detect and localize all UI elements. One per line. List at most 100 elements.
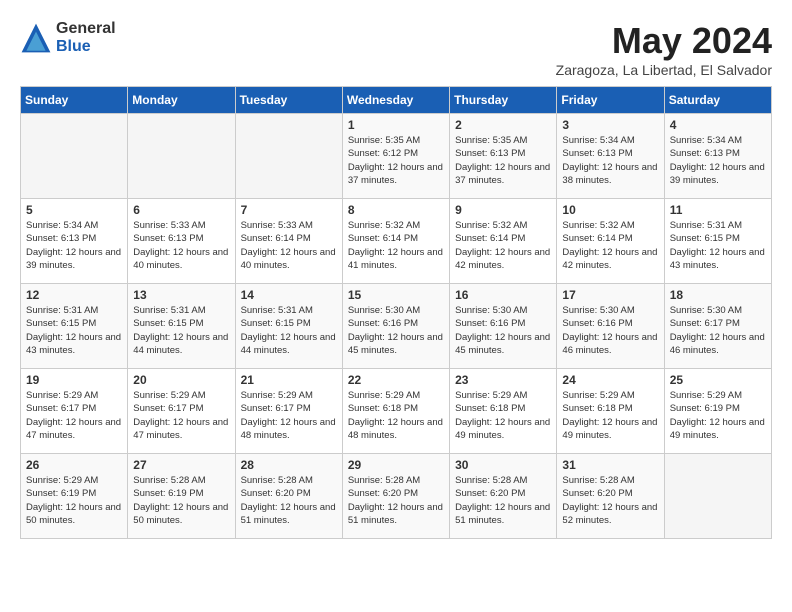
- day-info: Sunrise: 5:34 AM Sunset: 6:13 PM Dayligh…: [562, 134, 658, 187]
- calendar-day: 25 Sunrise: 5:29 AM Sunset: 6:19 PM Dayli…: [664, 369, 771, 454]
- calendar-day: 12Sunrise: 5:31 AM Sunset: 6:15 PM Dayli…: [21, 284, 128, 369]
- day-number: 13: [133, 288, 229, 302]
- day-info: Sunrise: 5:29 AM Sunset: 6:17 PM Dayligh…: [26, 389, 122, 442]
- day-number: 19: [26, 373, 122, 387]
- day-info: Sunrise: 5:29 AM Sunset: 6:18 PM Dayligh…: [562, 389, 658, 442]
- day-info: Sunrise: 5:34 AM Sunset: 6:13 PM Dayligh…: [26, 219, 122, 272]
- day-number: 24: [562, 373, 658, 387]
- calendar-week-5: 26 Sunrise: 5:29 AM Sunset: 6:19 PM Dayli…: [21, 454, 772, 539]
- calendar-day: 8 Sunrise: 5:32 AM Sunset: 6:14 PM Daylig…: [342, 199, 449, 284]
- weekday-header-thursday: Thursday: [450, 87, 557, 114]
- calendar-day: 21 Sunrise: 5:29 AM Sunset: 6:17 PM Dayli…: [235, 369, 342, 454]
- calendar-day: 7Sunrise: 5:33 AM Sunset: 6:14 PM Daylig…: [235, 199, 342, 284]
- calendar-day: 29 Sunrise: 5:28 AM Sunset: 6:20 PM Dayli…: [342, 454, 449, 539]
- calendar-day: [664, 454, 771, 539]
- day-info: Sunrise: 5:29 AM Sunset: 6:19 PM Dayligh…: [26, 474, 122, 527]
- day-info: Sunrise: 5:32 AM Sunset: 6:14 PM Dayligh…: [562, 219, 658, 272]
- day-number: 29: [348, 458, 444, 472]
- logo-icon: [20, 22, 52, 54]
- day-info: Sunrise: 5:35 AM Sunset: 6:13 PM Dayligh…: [455, 134, 551, 187]
- day-info: Sunrise: 5:29 AM Sunset: 6:19 PM Dayligh…: [670, 389, 766, 442]
- calendar-week-4: 19 Sunrise: 5:29 AM Sunset: 6:17 PM Dayli…: [21, 369, 772, 454]
- day-info: Sunrise: 5:29 AM Sunset: 6:17 PM Dayligh…: [241, 389, 337, 442]
- calendar-day: 9 Sunrise: 5:32 AM Sunset: 6:14 PM Daylig…: [450, 199, 557, 284]
- day-info: Sunrise: 5:35 AM Sunset: 6:12 PM Dayligh…: [348, 134, 444, 187]
- day-info: Sunrise: 5:30 AM Sunset: 6:17 PM Dayligh…: [670, 304, 766, 357]
- calendar-day: 6 Sunrise: 5:33 AM Sunset: 6:13 PM Daylig…: [128, 199, 235, 284]
- day-number: 25: [670, 373, 766, 387]
- calendar-day: [235, 114, 342, 199]
- calendar-day: [128, 114, 235, 199]
- calendar-week-2: 5 Sunrise: 5:34 AM Sunset: 6:13 PM Daylig…: [21, 199, 772, 284]
- day-number: 1: [348, 118, 444, 132]
- title-block: May 2024 Zaragoza, La Libertad, El Salva…: [556, 20, 772, 78]
- calendar-day: 31Sunrise: 5:28 AM Sunset: 6:20 PM Dayli…: [557, 454, 664, 539]
- calendar-day: 26 Sunrise: 5:29 AM Sunset: 6:19 PM Dayli…: [21, 454, 128, 539]
- day-info: Sunrise: 5:34 AM Sunset: 6:13 PM Dayligh…: [670, 134, 766, 187]
- day-info: Sunrise: 5:33 AM Sunset: 6:13 PM Dayligh…: [133, 219, 229, 272]
- day-number: 15: [348, 288, 444, 302]
- day-info: Sunrise: 5:31 AM Sunset: 6:15 PM Dayligh…: [241, 304, 337, 357]
- weekday-header-friday: Friday: [557, 87, 664, 114]
- calendar-day: 1 Sunrise: 5:35 AM Sunset: 6:12 PM Daylig…: [342, 114, 449, 199]
- logo-general-text: General: [56, 20, 116, 38]
- calendar-day: 22Sunrise: 5:29 AM Sunset: 6:18 PM Dayli…: [342, 369, 449, 454]
- day-info: Sunrise: 5:32 AM Sunset: 6:14 PM Dayligh…: [455, 219, 551, 272]
- weekday-header-row: SundayMondayTuesdayWednesdayThursdayFrid…: [21, 87, 772, 114]
- month-title: May 2024: [556, 20, 772, 62]
- calendar-day: 15 Sunrise: 5:30 AM Sunset: 6:16 PM Dayli…: [342, 284, 449, 369]
- day-info: Sunrise: 5:28 AM Sunset: 6:20 PM Dayligh…: [562, 474, 658, 527]
- day-info: Sunrise: 5:30 AM Sunset: 6:16 PM Dayligh…: [348, 304, 444, 357]
- calendar-day: 10Sunrise: 5:32 AM Sunset: 6:14 PM Dayli…: [557, 199, 664, 284]
- day-info: Sunrise: 5:28 AM Sunset: 6:20 PM Dayligh…: [348, 474, 444, 527]
- day-number: 2: [455, 118, 551, 132]
- day-number: 23: [455, 373, 551, 387]
- weekday-header-wednesday: Wednesday: [342, 87, 449, 114]
- calendar-day: 20Sunrise: 5:29 AM Sunset: 6:17 PM Dayli…: [128, 369, 235, 454]
- day-number: 30: [455, 458, 551, 472]
- day-number: 14: [241, 288, 337, 302]
- calendar-week-1: 1 Sunrise: 5:35 AM Sunset: 6:12 PM Daylig…: [21, 114, 772, 199]
- day-number: 4: [670, 118, 766, 132]
- day-info: Sunrise: 5:29 AM Sunset: 6:18 PM Dayligh…: [455, 389, 551, 442]
- day-number: 11: [670, 203, 766, 217]
- calendar-day: 13Sunrise: 5:31 AM Sunset: 6:15 PM Dayli…: [128, 284, 235, 369]
- day-number: 27: [133, 458, 229, 472]
- calendar-day: [21, 114, 128, 199]
- calendar-day: 5 Sunrise: 5:34 AM Sunset: 6:13 PM Daylig…: [21, 199, 128, 284]
- calendar-day: 18Sunrise: 5:30 AM Sunset: 6:17 PM Dayli…: [664, 284, 771, 369]
- day-number: 16: [455, 288, 551, 302]
- logo: General Blue: [20, 20, 116, 55]
- day-info: Sunrise: 5:30 AM Sunset: 6:16 PM Dayligh…: [562, 304, 658, 357]
- logo-text: General Blue: [56, 20, 116, 55]
- weekday-header-monday: Monday: [128, 87, 235, 114]
- calendar-week-3: 12 Sunrise: 5:31 AM Sunset: 6:15 PM Dayli…: [21, 284, 772, 369]
- weekday-header-sunday: Sunday: [21, 87, 128, 114]
- logo-blue-text: Blue: [56, 38, 116, 56]
- calendar-body: 1 Sunrise: 5:35 AM Sunset: 6:12 PM Daylig…: [21, 114, 772, 539]
- day-number: 21: [241, 373, 337, 387]
- day-number: 5: [26, 203, 122, 217]
- calendar-day: 30Sunrise: 5:28 AM Sunset: 6:20 PM Dayli…: [450, 454, 557, 539]
- calendar-day: 2 Sunrise: 5:35 AM Sunset: 6:13 PM Daylig…: [450, 114, 557, 199]
- day-info: Sunrise: 5:31 AM Sunset: 6:15 PM Dayligh…: [670, 219, 766, 272]
- day-number: 9: [455, 203, 551, 217]
- day-number: 12: [26, 288, 122, 302]
- day-info: Sunrise: 5:28 AM Sunset: 6:20 PM Dayligh…: [241, 474, 337, 527]
- calendar-day: 16Sunrise: 5:30 AM Sunset: 6:16 PM Dayli…: [450, 284, 557, 369]
- calendar-day: 24 Sunrise: 5:29 AM Sunset: 6:18 PM Dayli…: [557, 369, 664, 454]
- day-number: 6: [133, 203, 229, 217]
- location-title: Zaragoza, La Libertad, El Salvador: [556, 62, 772, 78]
- page-header: General Blue May 2024 Zaragoza, La Liber…: [20, 20, 772, 78]
- weekday-header-saturday: Saturday: [664, 87, 771, 114]
- day-info: Sunrise: 5:32 AM Sunset: 6:14 PM Dayligh…: [348, 219, 444, 272]
- day-info: Sunrise: 5:29 AM Sunset: 6:17 PM Dayligh…: [133, 389, 229, 442]
- calendar-header: SundayMondayTuesdayWednesdayThursdayFrid…: [21, 87, 772, 114]
- day-number: 26: [26, 458, 122, 472]
- day-number: 7: [241, 203, 337, 217]
- day-number: 22: [348, 373, 444, 387]
- calendar-day: 14 Sunrise: 5:31 AM Sunset: 6:15 PM Dayli…: [235, 284, 342, 369]
- day-number: 8: [348, 203, 444, 217]
- calendar-day: 28Sunrise: 5:28 AM Sunset: 6:20 PM Dayli…: [235, 454, 342, 539]
- calendar-table: SundayMondayTuesdayWednesdayThursdayFrid…: [20, 86, 772, 539]
